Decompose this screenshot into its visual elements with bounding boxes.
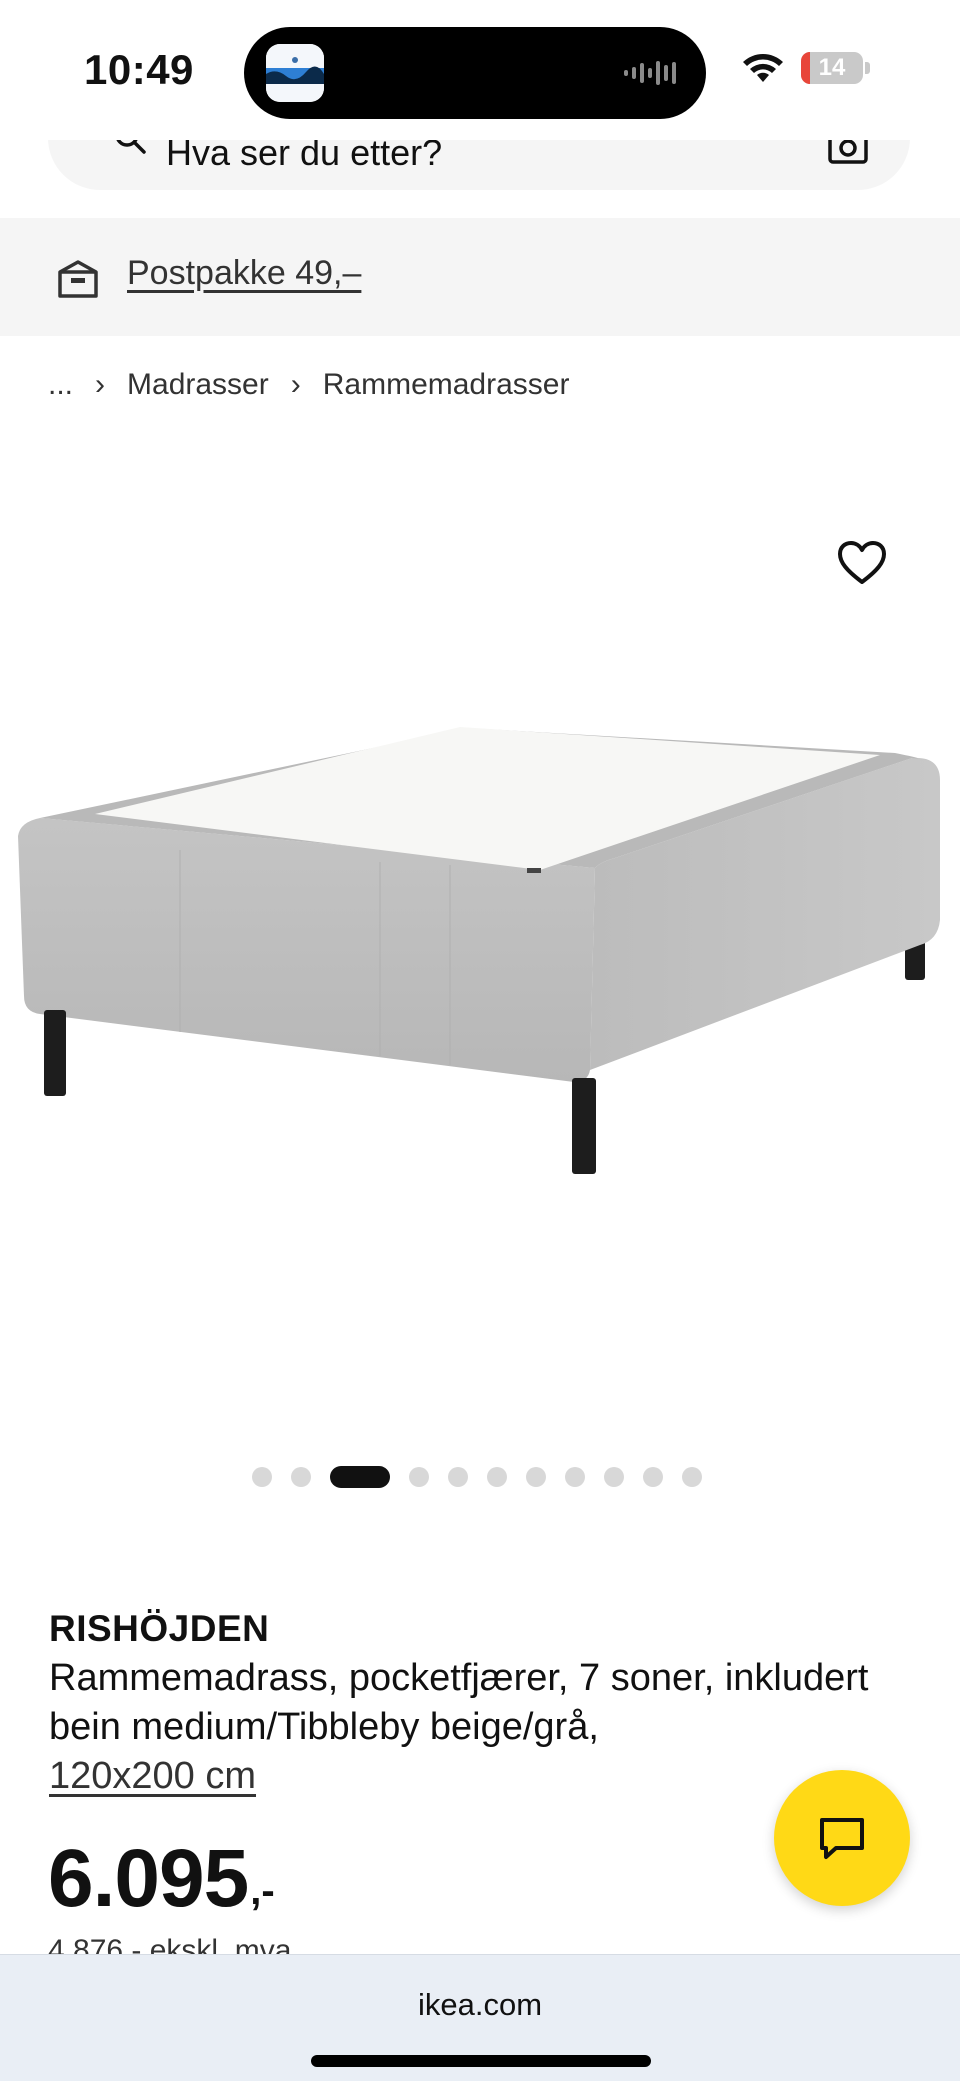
price-suffix: ,-: [250, 1869, 275, 1913]
battery-icon: 14: [801, 52, 863, 84]
breadcrumb-item-rammemadrasser[interactable]: Rammemadrasser: [323, 368, 570, 402]
chat-icon: [820, 1818, 864, 1859]
product-size-link[interactable]: 120x200 cm: [49, 1755, 256, 1797]
carousel-dot[interactable]: [643, 1467, 663, 1487]
carousel-dot-active[interactable]: [330, 1466, 390, 1488]
price-main: 6.095: [48, 1833, 249, 1924]
page: Hva ser du etter? 10:49 14 Postpakke 49,…: [0, 0, 960, 2081]
heart-icon[interactable]: [836, 538, 888, 590]
home-indicator[interactable]: [311, 2055, 651, 2067]
breadcrumb: ... › Madrasser › Rammemadrasser: [48, 368, 569, 402]
carousel-dot[interactable]: [565, 1467, 585, 1487]
delivery-link[interactable]: Postpakke 49,–: [127, 254, 361, 293]
browser-url[interactable]: ikea.com: [0, 1987, 960, 2023]
product-description: Rammemadrass, pocketfjærer, 7 soner, ink…: [49, 1654, 879, 1801]
delivery-box-icon: [58, 260, 98, 298]
breadcrumb-ellipsis[interactable]: ...: [48, 368, 73, 402]
carousel-dot[interactable]: [448, 1467, 468, 1487]
product-name: RISHÖJDEN: [49, 1608, 270, 1649]
carousel-dot[interactable]: [526, 1467, 546, 1487]
carousel-dot[interactable]: [291, 1467, 311, 1487]
delivery-banner: Postpakke 49,–: [0, 218, 960, 336]
chat-button[interactable]: [774, 1770, 910, 1906]
product-description-text: Rammemadrass, pocketfjærer, 7 soner, ink…: [49, 1657, 869, 1748]
product-image[interactable]: [0, 470, 960, 1330]
carousel-dot[interactable]: [487, 1467, 507, 1487]
chevron-right-icon: ›: [290, 368, 301, 401]
status-indicators: 14: [741, 52, 870, 84]
carousel-dot[interactable]: [682, 1467, 702, 1487]
audio-wave-icon: [624, 61, 676, 85]
chevron-right-icon: ›: [95, 368, 106, 401]
product-price: 6.095 ,-: [48, 1838, 275, 1920]
browser-address-bar[interactable]: ikea.com: [0, 1954, 960, 2081]
wifi-icon: [743, 54, 783, 82]
battery-level: 14: [818, 54, 846, 81]
status-bar: 10:49 14: [0, 0, 960, 140]
carousel-dot[interactable]: [252, 1467, 272, 1487]
breadcrumb-item-madrasser[interactable]: Madrasser: [127, 368, 269, 402]
status-time: 10:49: [84, 46, 194, 93]
battery-tip: [865, 62, 870, 74]
dynamic-island[interactable]: [244, 27, 706, 119]
image-carousel-dots[interactable]: [0, 1466, 957, 1488]
now-playing-app-icon: [266, 44, 324, 102]
carousel-dot[interactable]: [409, 1467, 429, 1487]
carousel-dot[interactable]: [604, 1467, 624, 1487]
